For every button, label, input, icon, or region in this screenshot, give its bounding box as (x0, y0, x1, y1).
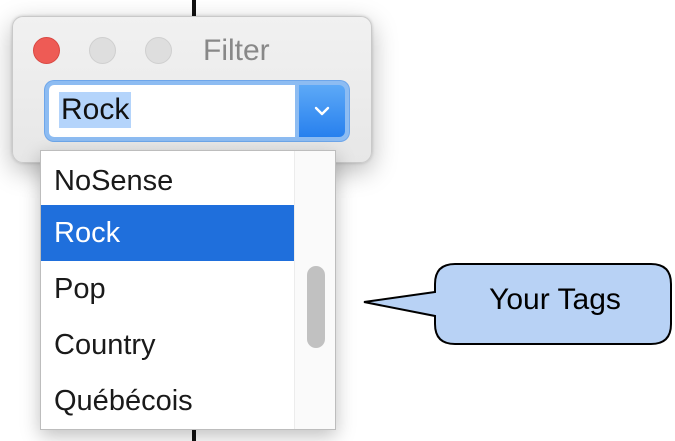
filter-window: Filter Rock (12, 16, 372, 163)
list-item-rock[interactable]: Rock (41, 205, 295, 261)
list-item-country[interactable]: Country (41, 317, 295, 373)
combo-selected-value[interactable]: Rock (59, 92, 132, 128)
tag-combo-box[interactable]: Rock (45, 81, 349, 141)
chevron-down-icon (314, 106, 330, 116)
close-window-button[interactable] (33, 37, 60, 64)
list-item-quebecois[interactable]: Québécois (41, 373, 295, 429)
screenshot-stage: Filter Rock NoSense Rock Pop Country Qué… (0, 0, 675, 441)
list-item-pop[interactable]: Pop (41, 261, 295, 317)
scrollbar-track[interactable] (294, 151, 335, 429)
scrollbar-thumb[interactable] (307, 266, 325, 348)
callout-text: Your Tags (489, 283, 621, 316)
zoom-window-button[interactable] (145, 37, 172, 64)
tag-dropdown-list: NoSense Rock Pop Country Québécois (40, 150, 336, 430)
window-title: Filter (203, 34, 270, 67)
tag-list: NoSense Rock Pop Country Québécois (41, 151, 295, 429)
combo-text-field[interactable]: Rock (49, 85, 295, 137)
minimize-window-button[interactable] (89, 37, 116, 64)
combo-dropdown-button[interactable] (299, 85, 345, 137)
list-item-nosense[interactable]: NoSense (41, 151, 295, 205)
